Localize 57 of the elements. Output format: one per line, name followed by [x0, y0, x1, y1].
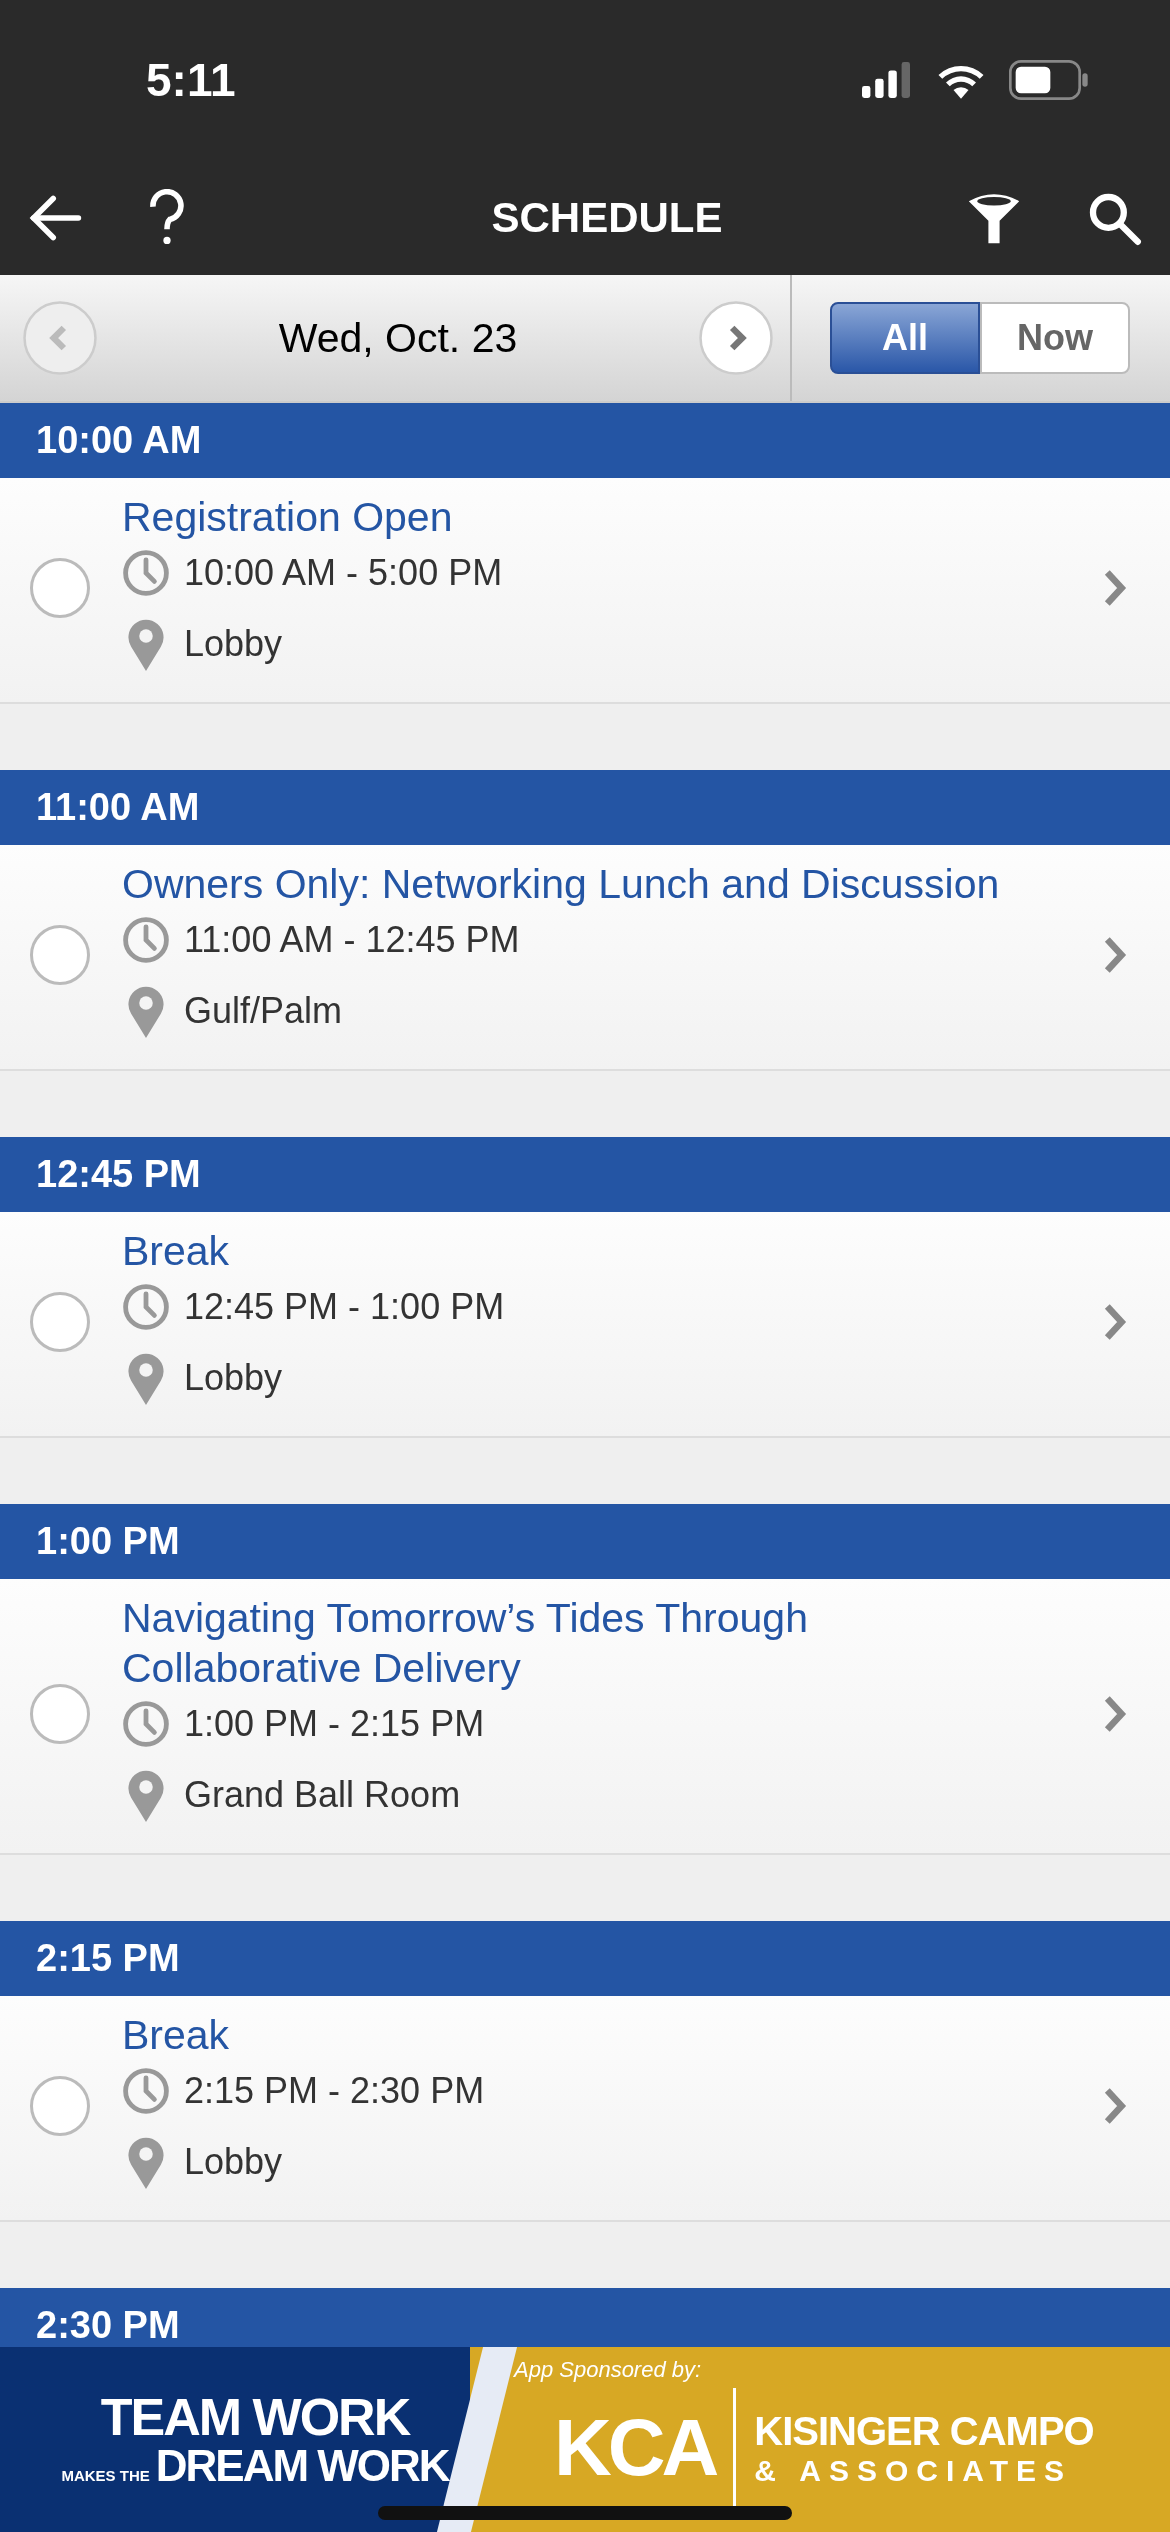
clock-icon [122, 549, 170, 597]
filter-tab[interactable]: Now [980, 302, 1130, 374]
session-location: Lobby [184, 1357, 283, 1399]
sponsor-name: & ASSOCIATES [754, 2453, 1074, 2488]
screen-title: SCHEDULE [490, 193, 724, 242]
time-heading: 1:00 PM [36, 1520, 180, 1563]
session-row[interactable]: Navigating Tomorrow’s Tides Through Collaborative Delivery 1:00 PM - 2:15 PM Grand Ball Room [0, 1579, 1170, 1855]
location-pin-icon [125, 984, 167, 1038]
session-location: Gulf/Palm [184, 990, 343, 1032]
next-day-button[interactable] [698, 300, 774, 376]
filter-tab[interactable]: All [830, 302, 980, 374]
session-title[interactable]: Registration Open [122, 492, 1022, 542]
sponsor-name: KISINGER CAMPO [754, 2408, 1094, 2454]
home-indicator[interactable] [378, 2506, 792, 2520]
sponsor-logo-mark: KCA [554, 2402, 716, 2494]
sponsor-label: App Sponsored by: [514, 2357, 702, 2383]
session-title[interactable]: Break [122, 1226, 1022, 1276]
location-pin-icon [125, 1351, 167, 1405]
select-checkbox[interactable] [30, 1684, 90, 1744]
session-row[interactable]: Owners Only: Networking Lunch and Discussion 11:00 AM - 12:45 PM Gulf/Palm [0, 845, 1170, 1071]
session-location: Grand Ball Room [184, 1774, 461, 1816]
clock-icon [122, 1283, 170, 1331]
session-title[interactable]: Owners Only: Networking Lunch and Discussion [122, 859, 1022, 909]
session-row[interactable]: Break 12:45 PM - 1:00 PM Lobby [0, 1212, 1170, 1438]
session-time: 10:00 AM - 5:00 PM [184, 552, 503, 594]
slogan-text: DREAM WORK [155, 2442, 449, 2489]
select-checkbox[interactable] [30, 558, 90, 618]
session-time: 11:00 AM - 12:45 PM [184, 919, 520, 961]
location-pin-icon [125, 1768, 167, 1822]
select-checkbox[interactable] [30, 2076, 90, 2136]
battery-icon [1008, 60, 1090, 100]
location-pin-icon [125, 617, 167, 671]
session-time: 2:15 PM - 2:30 PM [184, 2070, 485, 2112]
time-heading: 2:30 PM [36, 2304, 180, 2347]
time-heading: 12:45 PM [36, 1153, 201, 1196]
status-time: 5:11 [146, 53, 236, 107]
clock-icon [122, 2067, 170, 2115]
session-location: Lobby [184, 2141, 283, 2183]
session-title[interactable]: Navigating Tomorrow’s Tides Through Collaborative Delivery [122, 1593, 1022, 1693]
session-time: 1:00 PM - 2:15 PM [184, 1703, 485, 1745]
session-title[interactable]: Break [122, 2010, 1022, 2060]
time-heading: 11:00 AM [36, 786, 200, 829]
session-location: Lobby [184, 623, 283, 665]
slogan-text: MAKES THE [61, 2465, 150, 2486]
select-checkbox[interactable] [30, 1292, 90, 1352]
session-time: 12:45 PM - 1:00 PM [184, 1286, 505, 1328]
location-pin-icon [125, 2135, 167, 2189]
slogan-text: TEAM WORK [100, 2390, 410, 2443]
previous-day-button[interactable] [22, 300, 98, 376]
date-label: Wed, Oct. 23 [278, 314, 518, 362]
select-checkbox[interactable] [30, 925, 90, 985]
session-row[interactable]: Registration Open 10:00 AM - 5:00 PM Lobby [0, 478, 1170, 704]
clock-icon [122, 1700, 170, 1748]
time-heading: 2:15 PM [36, 1937, 180, 1980]
clock-icon [122, 916, 170, 964]
session-row[interactable]: Break 2:15 PM - 2:30 PM Lobby [0, 1996, 1170, 2222]
time-heading: 10:00 AM [36, 419, 202, 462]
